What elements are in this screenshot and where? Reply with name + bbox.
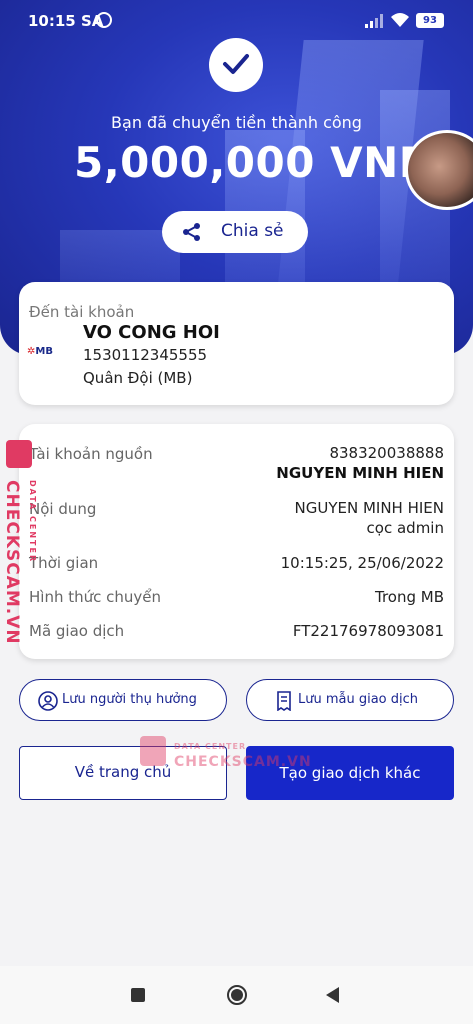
save-template-button[interactable]: Lưu mẫu giao dịch — [246, 679, 454, 721]
watermark-text: CHECKSCAM.VN — [174, 754, 312, 770]
content-line-1: NGUYEN MINH HIEN — [294, 499, 445, 517]
status-time: 10:15 SA — [28, 12, 104, 30]
success-message: Bạn đã chuyển tiền thành công — [111, 113, 362, 132]
recipient-card: Đến tài khoản ✲MB VO CONG HOI 1530112345… — [19, 282, 454, 405]
source-account-name: NGUYEN MINH HIEN — [276, 464, 444, 482]
back-icon[interactable] — [326, 987, 339, 1003]
user-circle-icon — [38, 691, 58, 711]
transaction-id-label: Mã giao dịch — [29, 622, 125, 640]
share-label: Chia sẻ — [221, 221, 284, 241]
lock-icon — [6, 440, 32, 468]
share-button[interactable]: Chia sẻ — [162, 211, 308, 253]
watermark-center: DATA CENTER CHECKSCAM.VN — [140, 732, 311, 772]
source-account-label: Tài khoản nguồn — [29, 445, 153, 463]
battery-level: 93 — [423, 15, 437, 26]
watermark-subtext: DATA CENTER — [174, 742, 247, 751]
bank-logo-text: MB — [35, 346, 53, 357]
watermark-side: CHECKSCAM.VN DATA CENTER — [2, 440, 38, 645]
wifi-icon — [391, 13, 409, 27]
watermark-text: CHECKSCAM.VN — [2, 480, 22, 645]
battery-icon: 93 — [416, 13, 444, 28]
time-value: 10:15:25, 25/06/2022 — [280, 554, 444, 572]
source-account-number: 838320038888 — [329, 444, 444, 462]
watermark-subtext: DATA CENTER — [28, 480, 37, 564]
mb-bank-logo-icon: ✲MB — [27, 346, 53, 357]
content-line-2: cọc admin — [366, 519, 444, 537]
save-beneficiary-label: Lưu người thụ hưởng — [62, 692, 197, 707]
recipient-caption: Đến tài khoản — [29, 303, 135, 321]
success-check-icon — [209, 38, 263, 92]
system-nav-bar — [0, 966, 473, 1024]
recipient-name: VO CONG HOI — [83, 322, 220, 343]
method-value: Trong MB — [374, 588, 444, 606]
lock-icon — [140, 736, 166, 766]
save-template-label: Lưu mẫu giao dịch — [298, 692, 419, 707]
alarm-icon — [96, 12, 112, 28]
recipient-account: 1530112345555 — [83, 346, 208, 364]
recent-apps-icon[interactable] — [131, 988, 145, 1002]
save-beneficiary-button[interactable]: Lưu người thụ hưởng — [19, 679, 227, 721]
transaction-id-value: FT22176978093081 — [292, 622, 444, 640]
method-label: Hình thức chuyển — [29, 588, 162, 606]
receipt-icon — [277, 691, 291, 711]
home-nav-icon[interactable] — [227, 985, 247, 1005]
transaction-details-card: Tài khoản nguồn 838320038888 NGUYEN MINH… — [19, 424, 454, 659]
share-icon — [183, 223, 200, 241]
time-label: Thời gian — [29, 554, 99, 572]
recipient-bank: Quân Đội (MB) — [83, 369, 193, 387]
content-label: Nội dung — [29, 500, 97, 518]
transfer-amount: 5,000,000 VND — [74, 138, 435, 187]
signal-icon — [365, 14, 383, 28]
